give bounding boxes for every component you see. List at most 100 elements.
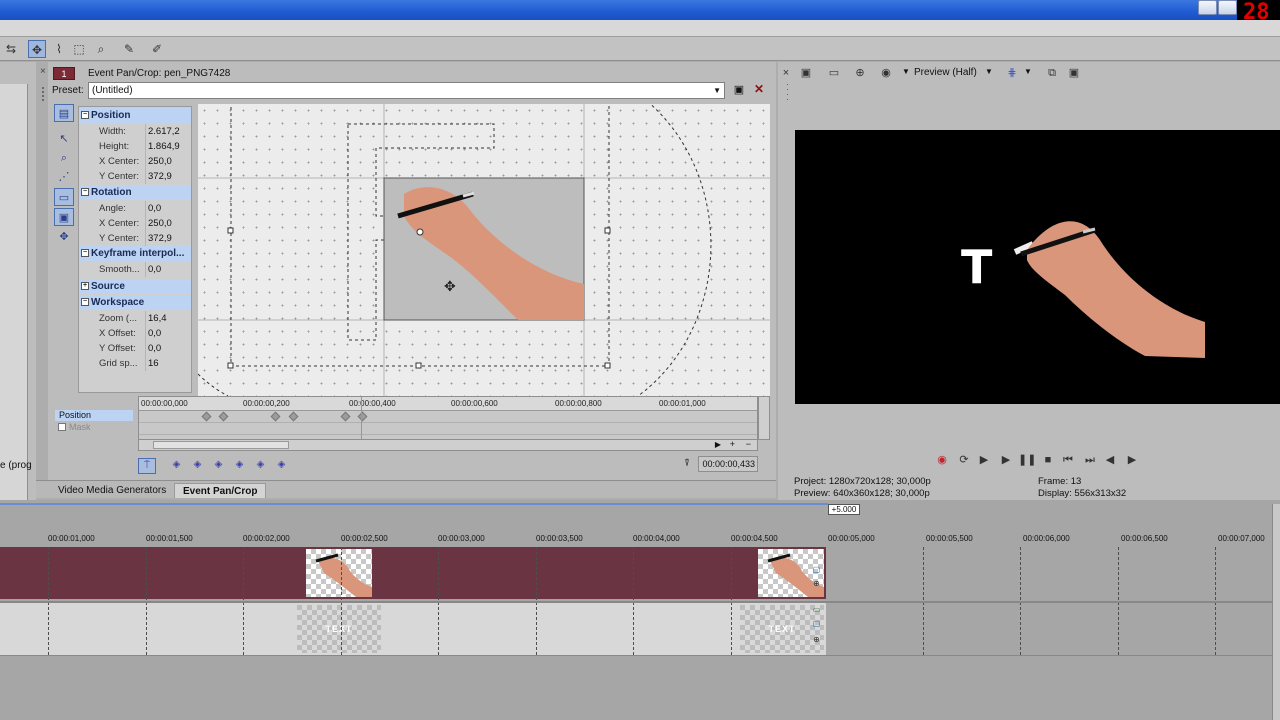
property-row[interactable]: Y Center: 372,9 (79, 231, 191, 246)
zoom-edit-icon[interactable]: ⌕ (54, 149, 74, 167)
zoom-in-icon[interactable]: + (730, 439, 735, 449)
collapse-icon[interactable]: − (81, 111, 89, 119)
property-row[interactable]: Width: 2.617,2 (79, 124, 191, 139)
sync-cursor-icon[interactable]: ⍑ (138, 458, 156, 474)
tab-video-media-generators[interactable]: Video Media Generators (50, 483, 174, 498)
property-row[interactable]: Y Center: 372,9 (79, 169, 191, 184)
video-track-event[interactable]: ▢ ⊕ (0, 547, 826, 599)
save-preset-icon[interactable]: ▣ (732, 83, 746, 97)
keyframe-track[interactable]: 00:00:00,000 00:00:00,200 00:00:00,400 0… (138, 396, 758, 444)
property-row[interactable]: X Center: 250,0 (79, 216, 191, 231)
tab-event-pan-crop[interactable]: Event Pan/Crop (174, 483, 267, 498)
property-row[interactable]: Grid sp... 16 (79, 356, 191, 371)
text-track-empty[interactable] (826, 603, 1272, 655)
keyframe-marker[interactable] (201, 411, 212, 422)
preview-properties-icon[interactable]: ▣ (798, 65, 814, 81)
keyframe-marker[interactable] (270, 411, 281, 422)
next-frame-icon[interactable]: ▶ (1124, 452, 1140, 468)
auto-ripple-icon[interactable]: ⇆ (2, 40, 20, 58)
minimize-button[interactable] (1198, 0, 1217, 15)
prev-keyframe-icon[interactable]: ◈ (191, 458, 204, 471)
keyframe-horizontal-scrollbar[interactable]: ▶ + − (138, 439, 758, 451)
video-fx-icon[interactable]: ⊕ (852, 65, 868, 81)
video-track-empty[interactable] (826, 547, 1272, 599)
keyframe-marker[interactable] (218, 411, 229, 422)
cursor-time-field[interactable]: 00:00:00,433 (698, 456, 758, 472)
play-from-start-icon[interactable]: ▶ (976, 452, 992, 468)
enable-snapping-icon[interactable]: ⋰ (54, 168, 74, 186)
keyframe-vertical-scrollbar[interactable] (758, 396, 770, 440)
property-value[interactable]: 372,9 (145, 231, 191, 246)
property-value[interactable]: 2.617,2 (145, 124, 191, 139)
normal-edit-icon[interactable]: ↖ (54, 130, 74, 148)
preset-dropdown[interactable]: (Untitled) ▼ (88, 82, 725, 99)
show-properties-icon[interactable]: ▤ (54, 104, 74, 122)
property-row[interactable]: X Center: 250,0 (79, 154, 191, 169)
collapse-icon[interactable]: − (81, 249, 89, 257)
split-screen-icon[interactable]: ◉ (878, 65, 894, 81)
scroll-right-icon[interactable]: ▶ (715, 440, 721, 449)
property-value[interactable]: 0,0 (145, 326, 191, 341)
keyframe-row-mask[interactable]: Mask (55, 422, 133, 433)
selection-tool-icon[interactable]: ⬚ (70, 40, 88, 58)
property-value[interactable]: 16,4 (145, 311, 191, 326)
property-value[interactable]: 0,0 (145, 341, 191, 356)
property-value[interactable]: 0,0 (145, 262, 191, 277)
keyframe-marker[interactable] (357, 411, 368, 422)
property-value[interactable]: 1.864,9 (145, 139, 191, 154)
chevron-down-icon[interactable]: ▼ (902, 67, 910, 76)
property-value[interactable]: 250,0 (145, 154, 191, 169)
property-category[interactable]: − Workspace (79, 295, 191, 310)
go-to-end-icon[interactable]: ⏭ (1082, 452, 1098, 468)
normal-edit-tool-icon[interactable]: ✥ (28, 40, 46, 58)
collapse-icon[interactable]: − (81, 188, 89, 196)
record-icon[interactable]: ◉ (934, 452, 950, 468)
property-category[interactable]: − Rotation (79, 185, 191, 200)
collapse-icon[interactable]: − (81, 298, 89, 306)
property-value[interactable]: 0,0 (145, 201, 191, 216)
loop-playback-icon[interactable]: ⟳ (956, 452, 972, 468)
stop-icon[interactable]: ■ (1040, 452, 1056, 468)
scroll-thumb[interactable] (153, 441, 289, 449)
property-category[interactable]: − Keyframe interpol... (79, 246, 191, 261)
property-row[interactable]: Smooth... 0,0 (79, 262, 191, 277)
maximize-button[interactable] (1218, 0, 1237, 15)
pause-icon[interactable]: ❚❚ (1018, 452, 1036, 468)
property-row[interactable]: Height: 1.864,9 (79, 139, 191, 154)
property-category[interactable]: + Source (79, 279, 191, 294)
keyframe-cursor[interactable] (361, 397, 362, 443)
save-snapshot-icon[interactable]: ▣ (1066, 65, 1082, 81)
lock-envelopes-icon[interactable]: ⍒ (684, 458, 690, 469)
expand-icon[interactable]: + (81, 282, 89, 290)
delete-keyframe-icon[interactable]: ◈ (233, 458, 246, 471)
pan-crop-icon[interactable]: ⊕ (812, 635, 821, 644)
chevron-down-icon[interactable]: ▼ (985, 67, 993, 76)
keyframe-marker[interactable] (340, 411, 351, 422)
zoom-out-icon[interactable]: − (746, 439, 751, 449)
generated-media-icon[interactable]: ▭ (812, 605, 821, 614)
marker-pen-icon[interactable]: ✐ (148, 40, 166, 58)
preview-quality-dropdown[interactable]: Preview (Half) (914, 67, 977, 78)
last-keyframe-icon[interactable]: ◈ (275, 458, 288, 471)
zoom-tool-icon[interactable]: ⌕ (92, 40, 110, 58)
panel-grip[interactable]: × (40, 62, 48, 500)
play-icon[interactable]: ▶ (998, 452, 1014, 468)
keyframe-row-position[interactable]: Position (55, 410, 133, 421)
envelope-tool-icon[interactable]: ⌇ (50, 40, 68, 58)
go-to-start-icon[interactable]: ⏮ (1060, 452, 1076, 468)
property-row[interactable]: X Offset: 0,0 (79, 326, 191, 341)
property-row[interactable]: Angle: 0,0 (79, 201, 191, 216)
property-value[interactable]: 372,9 (145, 169, 191, 184)
paint-brush-icon[interactable]: ✎ (120, 40, 138, 58)
event-fx-icon[interactable]: ▢ (812, 565, 821, 574)
event-fx-icon[interactable]: ▢ (812, 619, 821, 628)
move-freely-icon[interactable]: ✥ (54, 228, 74, 246)
pan-crop-icon[interactable]: ⊕ (812, 579, 821, 588)
first-keyframe-icon[interactable]: ◈ (170, 458, 183, 471)
property-value[interactable]: 250,0 (145, 216, 191, 231)
external-monitor-icon[interactable]: ▭ (826, 65, 842, 81)
keyframe-marker[interactable] (288, 411, 299, 422)
lock-aspect-ratio-icon[interactable]: ▭ (54, 188, 74, 206)
add-keyframe-icon[interactable]: ◈ (212, 458, 225, 471)
copy-snapshot-icon[interactable]: ⧉ (1044, 65, 1060, 81)
